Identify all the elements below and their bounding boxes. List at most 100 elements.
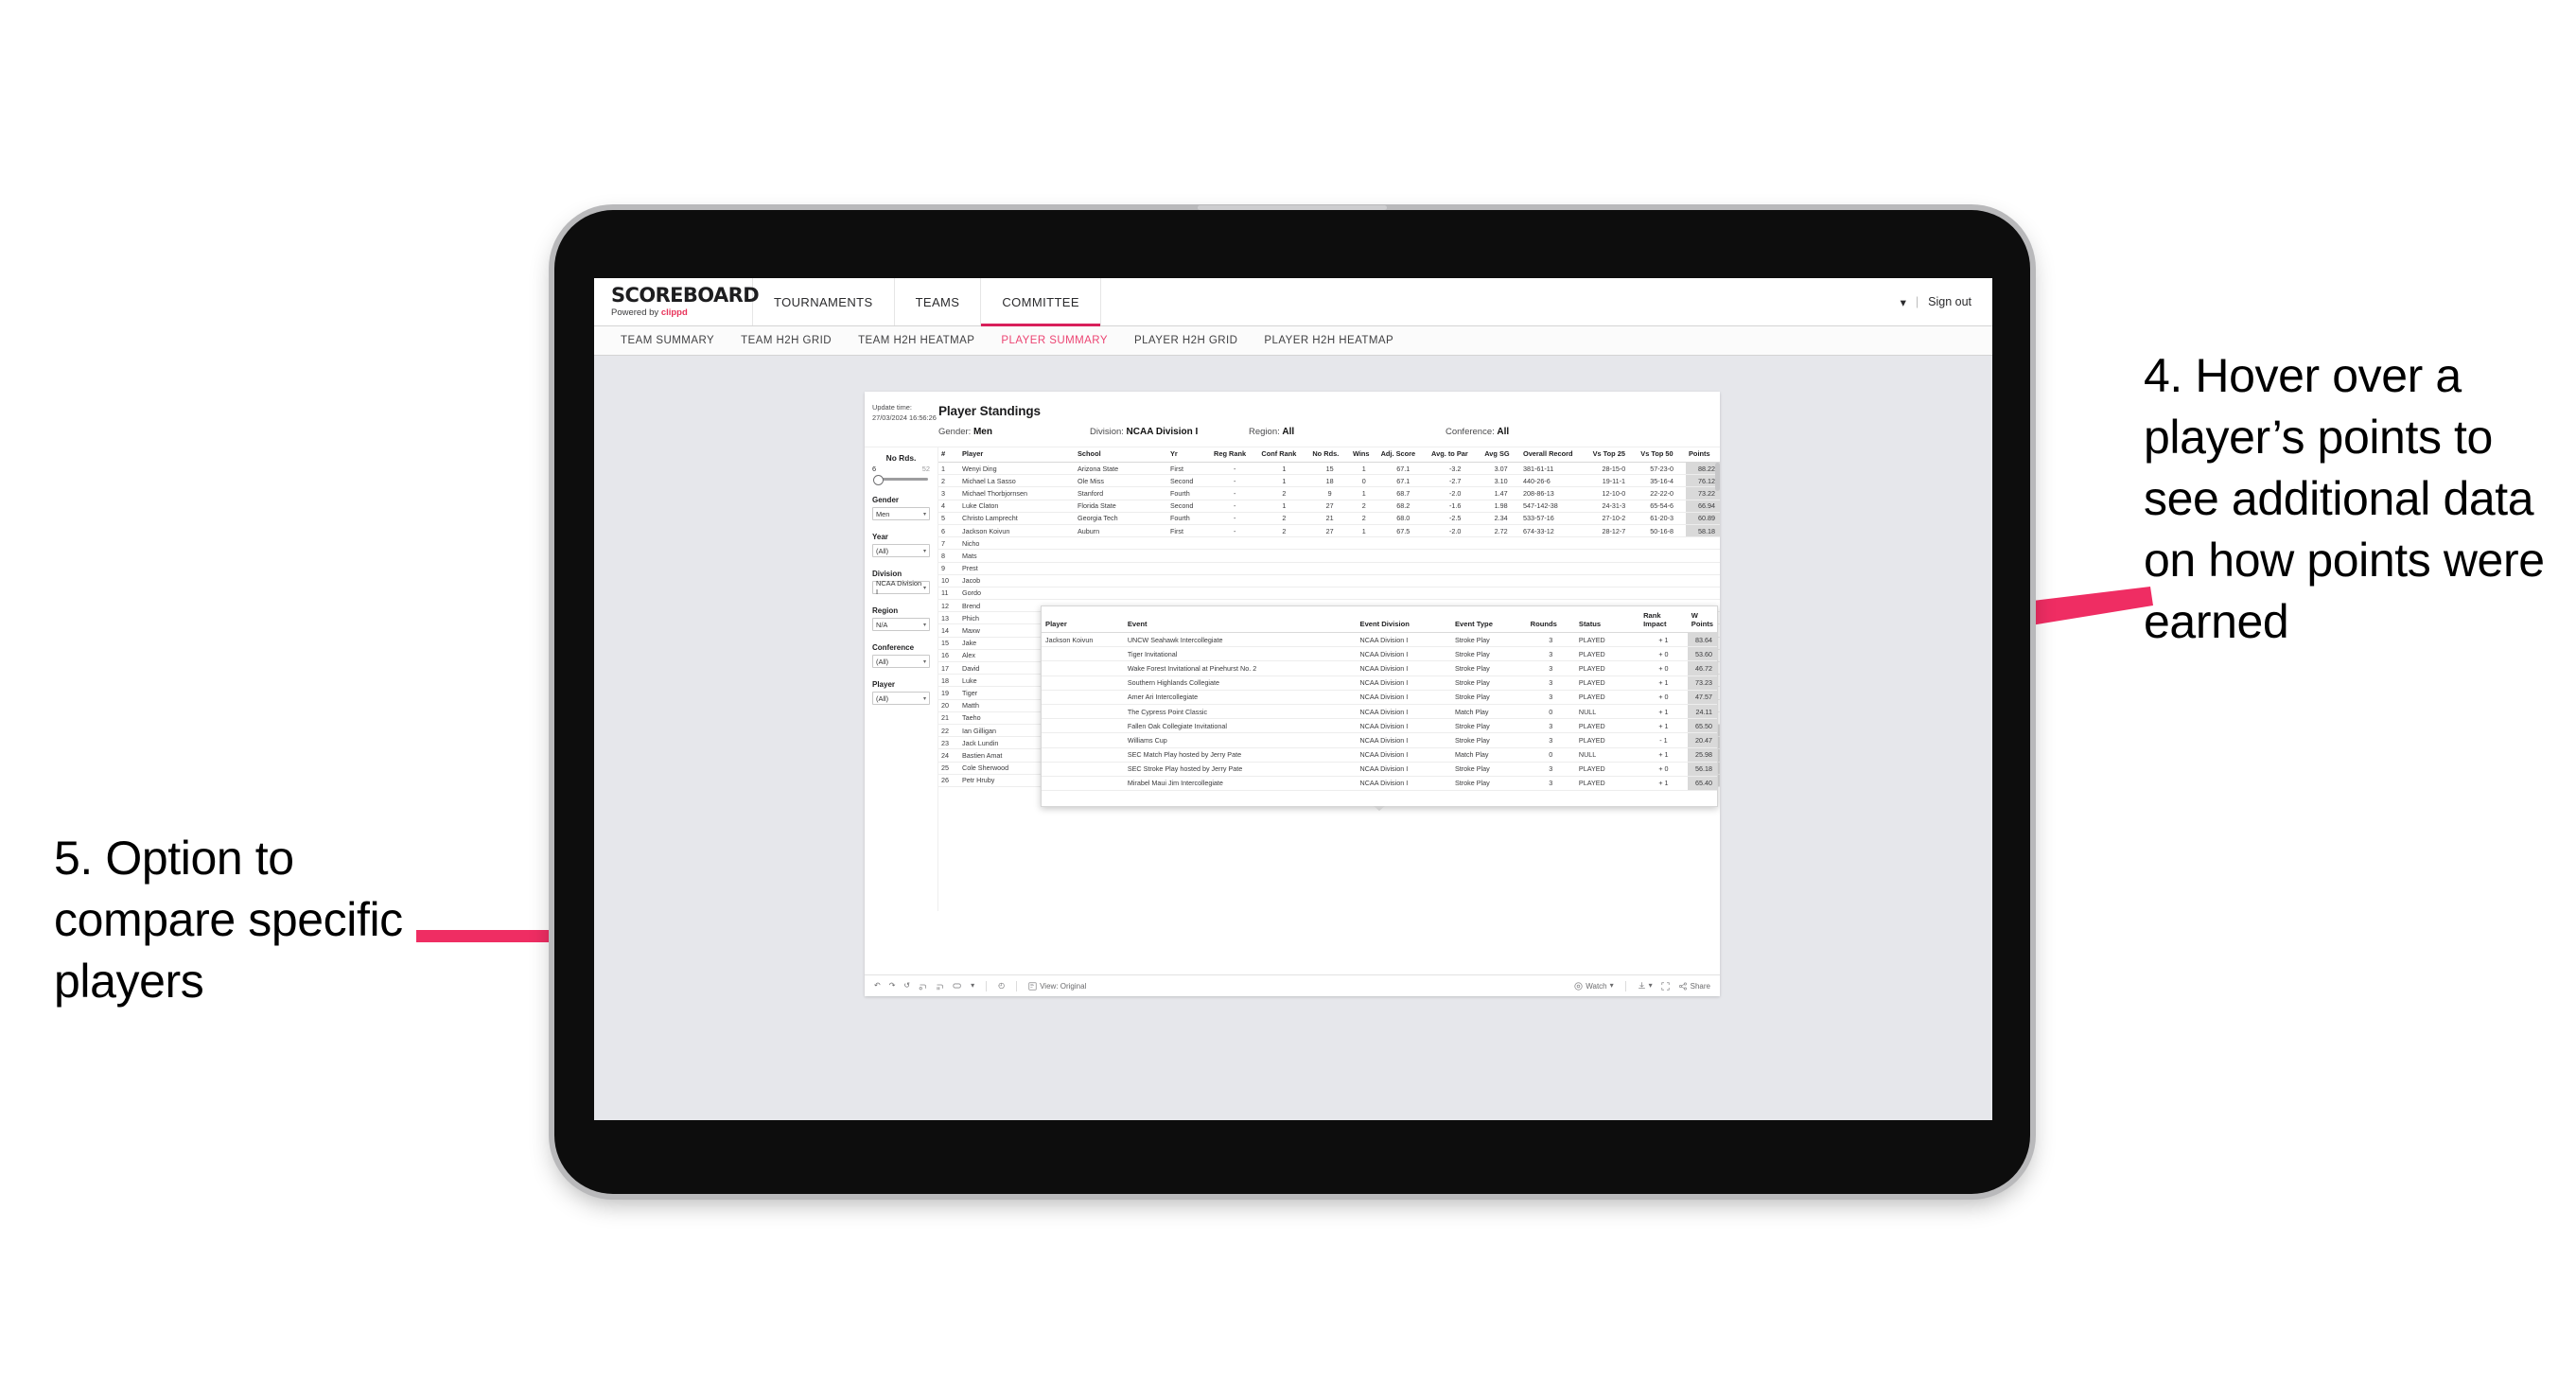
row-no-rds: 15 [1309,462,1350,476]
subnav-item-team-h2h-heatmap[interactable]: TEAM H2H HEATMAP [845,335,988,346]
th-school[interactable]: School [1075,447,1167,463]
tt-event-division: NCAA Division I [1356,660,1451,676]
row-yr: Second [1167,474,1211,488]
refresh-icon[interactable] [919,982,927,991]
table-row[interactable]: 1 Wenyi Ding Arizona State First -1 15 1 67.1 -3… [938,462,1720,476]
tt-status: PLAYED [1574,732,1640,748]
fullscreen-icon [1661,981,1670,991]
table-row[interactable]: 2 Michael La Sasso Ole Miss Second -1 18 0 67.1… [938,474,1720,488]
filter-summary-region-label: Region: [1249,427,1280,437]
th-points[interactable]: Points [1686,447,1720,463]
filter-year-select[interactable]: (All) ▾ [872,544,930,557]
row-points[interactable]: 66.94 [1686,500,1720,513]
watch-icon [1574,981,1583,991]
subnav-item-team-h2h-grid[interactable]: TEAM H2H GRID [727,335,845,346]
undo-button[interactable]: ↶ [874,982,881,990]
row-conf-rank [1258,587,1310,601]
no-rounds-min: 6 [872,465,877,473]
filter-player-select[interactable]: (All) ▾ [872,692,930,705]
no-rounds-slider-track[interactable] [872,475,930,485]
download-button[interactable]: ▾ [1638,981,1653,991]
table-row[interactable]: 5 Christo Lamprecht Georgia Tech Fourth -2 21… [938,512,1720,525]
filter-conference-select[interactable]: (All) ▾ [872,655,930,668]
fullscreen-button[interactable] [1661,981,1670,991]
view-shape-icon[interactable] [953,982,962,990]
table-row[interactable]: 4 Luke Claton Florida State Second -1 27 2 68.2… [938,500,1720,513]
filter-summary-conference-value: All [1497,427,1510,437]
row-overall-record: 440-26-6 [1519,474,1590,488]
subnav-item-team-summary[interactable]: TEAM SUMMARY [607,335,727,346]
row-points[interactable]: 60.89 [1686,512,1720,525]
row-avg-sg: 1.98 [1481,500,1520,513]
filter-gender-label: Gender [872,496,900,504]
row-reg-rank: - [1211,462,1259,476]
row-wins: 2 [1349,512,1378,525]
row-overall-record [1519,562,1590,575]
account-caret-icon[interactable]: ▾ [1901,295,1906,309]
subnav-item-player-h2h-grid[interactable]: PLAYER H2H GRID [1121,335,1251,346]
row-yr [1167,549,1211,563]
th-player[interactable]: Player [959,447,1075,463]
th-yr[interactable]: Yr [1167,447,1211,463]
share-button[interactable]: Share [1678,982,1710,991]
viz-toolbar: ↶ ↷ ↺ ▾ ◴ View: Original Watch ▾ ▾ Share [865,974,1720,996]
th-adj-score[interactable]: Adj. Score [1377,447,1429,463]
subnav-item-player-h2h-heatmap[interactable]: PLAYER H2H HEATMAP [1251,335,1407,346]
pause-icon[interactable] [936,982,944,991]
watch-button[interactable]: Watch ▾ [1574,981,1614,991]
revert-button[interactable]: ↺ [903,982,910,990]
tt-w-points: 53.60 [1687,646,1717,662]
row-points[interactable] [1686,587,1720,601]
table-row[interactable]: 8 Mats [938,549,1720,563]
table-row[interactable]: 3 Michael Thorbjornsen Stanford Fourth -2 9 1 6… [938,486,1720,500]
sign-out-link[interactable]: Sign out [1928,295,1971,308]
filter-region-select[interactable]: N/A ▾ [872,618,930,631]
tt-rank-impact: + 1 [1639,776,1688,792]
row-points[interactable] [1686,562,1720,575]
table-row[interactable]: 10 Jacob [938,574,1720,588]
tt-event-type: Stroke Play [1450,675,1527,691]
tt-event-division: NCAA Division I [1356,704,1451,720]
th-avg-sg[interactable]: Avg SG [1481,447,1520,463]
row-num: 14 [938,623,959,638]
subnav-item-player-summary[interactable]: PLAYER SUMMARY [988,335,1121,346]
topnav-item-teams[interactable]: TEAMS [895,278,982,325]
table-scrollbar[interactable] [1715,463,1720,491]
tt-th-rank-impact: Rank Impact [1639,606,1688,633]
app-top-bar: SCOREBOARD Powered by clippd TOURNAMENTS… [594,278,1992,326]
th-vs-top-50[interactable]: Vs Top 50 [1638,447,1686,463]
row-wins [1349,587,1378,601]
view-original-button[interactable]: View: Original [1028,982,1086,991]
th-num[interactable]: # [938,447,959,463]
table-row[interactable]: 6 Jackson Koivun Auburn First -2 27 1 67.5 -2.0 2… [938,524,1720,538]
th-conf-rank[interactable]: Conf Rank [1258,447,1310,463]
topnav-item-committee[interactable]: COMMITTEE [981,278,1101,326]
app-logo[interactable]: SCOREBOARD Powered by clippd [594,278,760,325]
view-shape-caret-icon[interactable]: ▾ [971,982,974,990]
th-reg-rank[interactable]: Reg Rank [1211,447,1259,463]
th-avg-to-par[interactable]: Avg. to Par [1428,447,1482,463]
row-points[interactable] [1686,549,1720,563]
tt-player [1042,718,1124,734]
th-vs-top-25[interactable]: Vs Top 25 [1589,447,1638,463]
th-wins[interactable]: Wins [1349,447,1378,463]
topnav-item-tournaments[interactable]: TOURNAMENTS [753,278,895,325]
table-row[interactable]: 7 Nicho [938,536,1720,551]
th-no-rds[interactable]: No Rds. [1309,447,1350,463]
row-points[interactable] [1686,536,1720,551]
row-vs-top-50: 57-23-0 [1638,462,1686,476]
redo-button[interactable]: ↷ [889,982,896,990]
tt-rounds: 3 [1526,762,1575,777]
th-overall-record[interactable]: Overall Record [1519,447,1590,463]
filter-division-select[interactable]: NCAA Division I ▾ [872,579,930,596]
update-time: Update time: 27/03/2024 16:56:26 [872,403,938,423]
slider-handle[interactable] [873,475,884,485]
row-points[interactable]: 58.18 [1686,524,1720,538]
tt-rank-impact: + 0 [1639,646,1688,662]
row-points[interactable] [1686,574,1720,588]
table-row[interactable]: 9 Prest [938,562,1720,575]
table-row[interactable]: 11 Gordo [938,587,1720,601]
clock-icon[interactable]: ◴ [998,982,1005,990]
row-avg-sg: 2.34 [1481,512,1520,525]
filter-gender-select[interactable]: Men ▾ [872,507,930,520]
